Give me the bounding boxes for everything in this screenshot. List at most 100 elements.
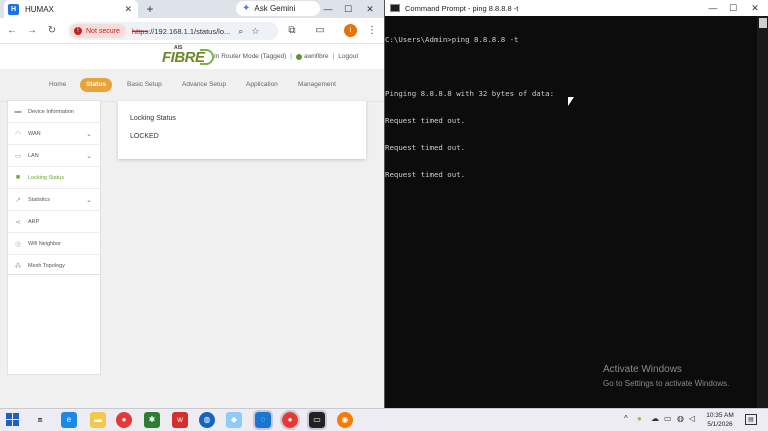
task-view-icon[interactable]: ⧈ — [32, 412, 48, 428]
cmd-line: Request timed out. — [385, 143, 466, 152]
chevron-down-icon[interactable]: ⌄ — [86, 152, 92, 160]
app-blue-icon[interactable]: ◆ — [226, 412, 242, 428]
back-arrow-icon[interactable]: ← — [4, 23, 20, 39]
nav-management[interactable]: Management — [298, 81, 336, 88]
cmd-scrollbar[interactable] — [757, 16, 768, 408]
app-active-icon[interactable]: ◌ — [253, 410, 273, 430]
chevron-down-icon[interactable]: ⌄ — [86, 196, 92, 204]
sidebar-item-locking-status[interactable]: ■ Locking Status — [8, 167, 100, 189]
locking-status-value: LOCKED — [130, 133, 159, 140]
sidebar-item-wan[interactable]: ◠ WAN ⌄ — [8, 123, 100, 145]
profile-avatar[interactable]: i — [344, 24, 357, 37]
logo-swoosh — [200, 49, 214, 65]
not-secure-badge[interactable]: ! Not secure — [70, 24, 126, 38]
lock-icon: ■ — [15, 174, 21, 181]
logo-fibre-text: FIBRE — [162, 49, 205, 66]
header-user-area: In Router Mode (Tagged) | awnfibre | Log… — [214, 53, 359, 60]
stats-icon: ↗ — [15, 196, 21, 204]
nav-advance-setup[interactable]: Advance Setup — [182, 81, 226, 88]
sidebar-item-wifi-neighbor[interactable]: ◎ Wifi Neighbor — [8, 233, 100, 255]
not-secure-label: Not secure — [86, 27, 120, 35]
nav-application[interactable]: Application — [246, 81, 278, 88]
app-orange-icon[interactable]: ◉ — [337, 412, 353, 428]
chevron-down-icon[interactable]: ⌄ — [86, 130, 92, 138]
bookmark-star-icon[interactable]: ☆ — [251, 26, 259, 37]
sidebar-item-device-information[interactable]: ▬ Device Information — [8, 101, 100, 123]
url-scheme: https — [131, 26, 149, 36]
browser-toolbar: ← → ↻ ! Not secure https ://192.168.1.1/… — [0, 18, 384, 44]
wifi-neighbor-icon: ◎ — [14, 240, 22, 248]
gemini-label: Ask Gemini — [254, 4, 296, 13]
chrome-active-icon[interactable]: ● — [280, 410, 300, 430]
cast-icon[interactable]: ▭ — [312, 23, 328, 39]
file-explorer-icon[interactable]: ▬ — [90, 412, 106, 428]
new-tab-button[interactable]: + — [143, 1, 157, 17]
tab-strip: H HUMAX ✕ + ✦ Ask Gemini — ☐ ✕ — [0, 0, 384, 18]
tab-humax[interactable]: H HUMAX ✕ — [4, 0, 138, 18]
cmd-output[interactable]: C:\Users\Admin>ping 8.8.8.8 -t Pinging 8… — [385, 17, 755, 197]
nav-basic-setup[interactable]: Basic Setup — [127, 81, 162, 88]
tray-chevron-up-icon[interactable]: ^ — [624, 414, 628, 423]
notifications-icon[interactable]: ▤ — [745, 414, 757, 425]
windows-start-icon[interactable] — [6, 413, 20, 427]
command-prompt-window: Command Prompt - ping 8.8.8.8 -t — ☐ ✕ C… — [384, 0, 768, 408]
maximize-icon[interactable]: ☐ — [338, 0, 358, 18]
forward-arrow-icon[interactable]: → — [24, 23, 40, 39]
tray-volume-icon[interactable]: ◁ — [689, 414, 695, 423]
cmd-line — [385, 62, 755, 71]
scroll-thumb[interactable] — [759, 18, 767, 28]
taskbar: ⧈ e ▬ ● ✱ w ◍ ◆ ◌ ● ▭ ◉ ^ ● ☁ ▭ ◍ ◁ 10:3… — [0, 408, 768, 431]
cmd-taskbar-icon[interactable]: ▭ — [307, 410, 327, 430]
cmd-maximize-icon[interactable]: ☐ — [723, 0, 743, 16]
ask-gemini-button[interactable]: ✦ Ask Gemini — [236, 1, 320, 16]
sidebar-filler — [7, 275, 101, 375]
logout-link[interactable]: Logout — [338, 53, 358, 60]
extensions-icon[interactable]: ⧉ — [284, 23, 300, 39]
wifi-icon: ◠ — [14, 130, 22, 138]
menu-kebab-icon[interactable]: ⋮ — [364, 23, 380, 39]
tray-network-icon[interactable]: ▭ — [664, 414, 672, 423]
tab-title: HUMAX — [25, 4, 54, 14]
app-green-icon[interactable]: ✱ — [144, 412, 160, 428]
minimize-icon[interactable]: — — [318, 0, 338, 18]
nav-status[interactable]: Status — [80, 78, 112, 92]
activate-windows-subtitle: Go to Settings to activate Windows. — [603, 379, 730, 388]
clock-date: 5/1/2026 — [707, 421, 733, 428]
chrome-icon[interactable]: ● — [116, 412, 132, 428]
sidebar-item-statistics[interactable]: ↗ Statistics ⌄ — [8, 189, 100, 211]
site-header: AIS FIBRE In Router Mode (Tagged) | awnf… — [0, 45, 384, 69]
cmd-line: C:\Users\Admin>ping 8.8.8.8 -t — [385, 35, 519, 44]
globe-icon[interactable]: ◍ — [199, 412, 215, 428]
taskbar-clock[interactable]: 10:35 AM 5/1/2026 — [700, 411, 740, 429]
tray-cloud-icon[interactable]: ☁ — [651, 414, 659, 423]
cmd-titlebar[interactable]: Command Prompt - ping 8.8.8.8 -t — ☐ ✕ — [385, 0, 768, 16]
sidebar-item-label: Locking Status — [28, 174, 65, 181]
humax-favicon-icon: H — [8, 3, 19, 15]
sidebar-item-label: Statistics — [28, 196, 51, 203]
router-mode-text: In Router Mode (Tagged) — [214, 53, 287, 60]
wps-icon[interactable]: w — [172, 412, 188, 428]
sidebar-item-arp[interactable]: ⋖ ARP — [8, 211, 100, 233]
close-window-icon[interactable]: ✕ — [360, 0, 380, 18]
activate-windows-title: Activate Windows — [603, 364, 682, 375]
nav-home[interactable]: Home — [49, 81, 66, 88]
share-icon: ⋖ — [15, 218, 21, 226]
sidebar-item-label: Wifi Neighbor — [28, 240, 62, 247]
close-tab-icon[interactable]: ✕ — [124, 4, 132, 15]
router-page: AIS FIBRE In Router Mode (Tagged) | awnf… — [0, 45, 384, 408]
sidebar-item-lan[interactable]: ▭ LAN ⌄ — [8, 145, 100, 167]
reload-icon[interactable]: ↻ — [44, 23, 60, 39]
address-bar[interactable]: ! Not secure https ://192.168.1.1/status… — [68, 22, 278, 40]
tray-app-icon[interactable]: ● — [637, 414, 642, 423]
edge-icon[interactable]: e — [61, 412, 77, 428]
zoom-search-icon[interactable]: ⌕ — [238, 26, 243, 37]
main-nav: Home Status Basic Setup Advance Setup Ap… — [0, 69, 384, 102]
cmd-minimize-icon[interactable]: — — [703, 0, 723, 16]
cmd-close-icon[interactable]: ✕ — [745, 0, 765, 16]
lan-icon: ▭ — [14, 152, 22, 160]
clock-time: 10:35 AM — [706, 412, 734, 419]
sidebar-item-mesh-topology[interactable]: ⁂ Mesh Topology — [8, 255, 100, 277]
url-text: ://192.168.1.1/status/lo... — [148, 26, 231, 36]
tray-language-icon[interactable]: ◍ — [677, 414, 684, 423]
cmd-line: Request timed out. — [385, 170, 466, 179]
